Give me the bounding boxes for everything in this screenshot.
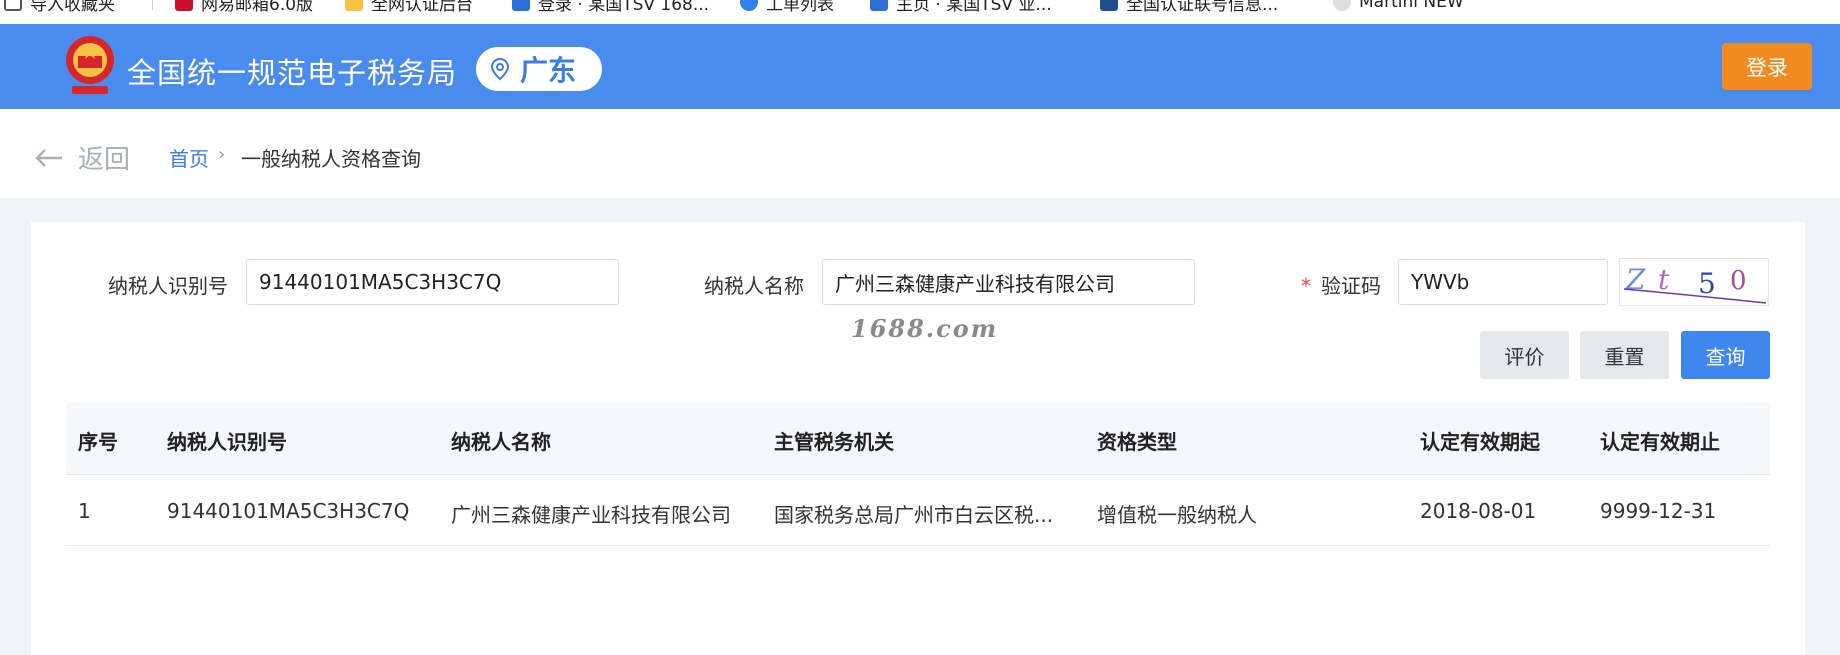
bookmark-label: 登录 · 某国TSV 168... bbox=[538, 0, 710, 15]
rate-button[interactable]: 评价 bbox=[1480, 331, 1569, 379]
captcha-input[interactable] bbox=[1398, 259, 1608, 305]
bookmark-label: 工单列表 bbox=[766, 0, 834, 15]
bookmarks-bar: 导入收藏夹 网易邮箱6.0版 全网认证后台 登录 · 某国TSV 168... … bbox=[0, 0, 1840, 24]
check-icon bbox=[740, 0, 758, 11]
svg-text:5: 5 bbox=[1698, 267, 1716, 300]
region-label: 广东 bbox=[520, 54, 577, 87]
table-row[interactable]: 1 91440101MA5C3H3C7Q 广州三森健康产业科技有限公司 国家税务… bbox=[66, 475, 1770, 546]
column-header: 认定有效期起 bbox=[1420, 430, 1540, 454]
bookmark-item[interactable]: 主页 · 某国TSV 业... bbox=[870, 0, 1052, 15]
captcha-label: * 验证码 bbox=[1301, 270, 1381, 299]
cell-taxpayer-id: 91440101MA5C3H3C7Q bbox=[167, 499, 410, 523]
site-header: 全国统一规范电子税务局 广东 登录 bbox=[0, 24, 1840, 109]
bookmark-label: 导入收藏夹 bbox=[30, 0, 115, 15]
query-button[interactable]: 查询 bbox=[1681, 331, 1770, 379]
martini-icon bbox=[1333, 0, 1351, 11]
back-label: 返回 bbox=[78, 145, 131, 175]
table-header: 序号 纳税人识别号 纳税人名称 主管税务机关 资格类型 认定有效期起 认定有效期… bbox=[66, 402, 1770, 475]
cell-valid-from: 2018-08-01 bbox=[1420, 499, 1537, 523]
cell-taxpayer-name: 广州三森健康产业科技有限公司 bbox=[451, 503, 731, 527]
bookmark-label: 全网认证后台 bbox=[371, 0, 473, 15]
netease-mail-icon bbox=[175, 0, 193, 11]
bookmark-label: 网易邮箱6.0版 bbox=[201, 0, 314, 15]
breadcrumb-bar: 返回 首页 › 一般纳税人资格查询 bbox=[0, 109, 1840, 198]
cell-qualification-type: 增值税一般纳税人 bbox=[1097, 503, 1257, 527]
query-card: 纳税人识别号 纳税人名称 * 验证码 Z t 5 0 1688.com 评价 重置… bbox=[31, 222, 1805, 655]
column-header: 纳税人识别号 bbox=[167, 430, 287, 454]
captcha-image[interactable]: Z t 5 0 bbox=[1619, 258, 1769, 306]
taxpayer-id-input[interactable] bbox=[246, 259, 619, 305]
folder-icon bbox=[345, 0, 363, 11]
login-bookmark-icon bbox=[512, 0, 530, 11]
taxpayer-name-input[interactable] bbox=[822, 259, 1195, 305]
bookmark-item[interactable]: Martini NEW bbox=[1333, 0, 1464, 14]
bookmark-item[interactable]: 导入收藏夹 bbox=[4, 0, 115, 15]
svg-text:0: 0 bbox=[1730, 266, 1747, 296]
cell-index: 1 bbox=[78, 499, 91, 523]
column-header: 资格类型 bbox=[1097, 430, 1177, 454]
location-pin-icon bbox=[490, 57, 510, 81]
arrow-left-icon bbox=[35, 148, 62, 167]
back-button[interactable]: 返回 bbox=[34, 139, 130, 176]
captcha-image-art: Z t 5 0 bbox=[1623, 263, 1767, 304]
bookmark-item[interactable]: 全国认证联号信息... bbox=[1100, 0, 1279, 15]
cell-tax-authority: 国家税务总局广州市白云区税... bbox=[774, 503, 1054, 527]
bookmark-item[interactable]: 网易邮箱6.0版 bbox=[175, 0, 314, 15]
region-selector[interactable]: 广东 bbox=[476, 47, 602, 91]
info-bookmark-icon bbox=[1100, 0, 1118, 11]
bookmark-label: 全国认证联号信息... bbox=[1126, 0, 1279, 15]
taxpayer-name-label: 纳税人名称 bbox=[704, 274, 804, 298]
taxpayer-id-label: 纳税人识别号 bbox=[108, 274, 228, 298]
bookmark-item[interactable]: 工单列表 bbox=[740, 0, 834, 15]
national-emblem-icon bbox=[66, 36, 114, 94]
site-title: 全国统一规范电子税务局 bbox=[127, 56, 458, 90]
login-button[interactable]: 登录 bbox=[1722, 43, 1812, 90]
breadcrumb-current: 一般纳税人资格查询 bbox=[241, 147, 421, 171]
required-mark: * bbox=[1301, 274, 1311, 298]
bookmark-item[interactable]: 全网认证后台 bbox=[345, 0, 473, 15]
bookmark-item[interactable]: 登录 · 某国TSV 168... bbox=[512, 0, 710, 15]
svg-text:t: t bbox=[1658, 263, 1670, 296]
breadcrumb-home-link[interactable]: 首页 bbox=[169, 143, 209, 172]
column-header: 序号 bbox=[78, 430, 118, 454]
results-table: 序号 纳税人识别号 纳税人名称 主管税务机关 资格类型 认定有效期起 认定有效期… bbox=[66, 402, 1770, 546]
column-header: 主管税务机关 bbox=[774, 430, 894, 454]
column-header: 纳税人名称 bbox=[451, 430, 551, 454]
reset-button[interactable]: 重置 bbox=[1580, 331, 1669, 379]
home-bookmark-icon bbox=[870, 0, 888, 11]
bookmark-label: Martini NEW bbox=[1359, 0, 1464, 12]
chevron-right-icon: › bbox=[218, 144, 226, 165]
cell-valid-to: 9999-12-31 bbox=[1600, 499, 1717, 523]
watermark: 1688.com bbox=[851, 314, 999, 343]
column-header: 认定有效期止 bbox=[1600, 430, 1720, 454]
captcha-label-text: 验证码 bbox=[1321, 274, 1381, 298]
import-icon bbox=[4, 0, 22, 11]
bookmark-label: 主页 · 某国TSV 业... bbox=[896, 0, 1052, 15]
